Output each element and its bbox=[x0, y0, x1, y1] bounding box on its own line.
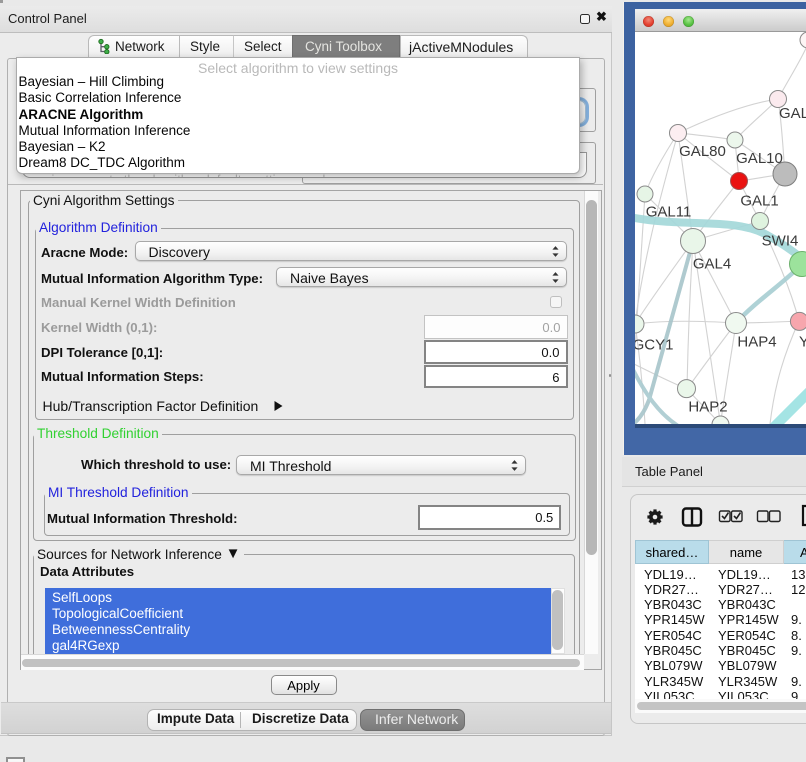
svg-text:SWI4: SWI4 bbox=[761, 233, 798, 250]
svg-text:GAL1: GAL1 bbox=[740, 193, 778, 210]
svg-text:GAL11: GAL11 bbox=[645, 204, 691, 221]
svg-text:GAL80: GAL80 bbox=[679, 143, 726, 160]
svg-text:Y: Y bbox=[799, 334, 806, 351]
svg-text:GAL10: GAL10 bbox=[736, 150, 783, 167]
svg-text:GCY1: GCY1 bbox=[635, 337, 673, 354]
svg-text:GAL7: GAL7 bbox=[779, 105, 806, 122]
svg-text:HAP2: HAP2 bbox=[688, 399, 727, 416]
svg-text:HAP4: HAP4 bbox=[737, 334, 776, 351]
svg-text:GAL4: GAL4 bbox=[692, 256, 730, 273]
